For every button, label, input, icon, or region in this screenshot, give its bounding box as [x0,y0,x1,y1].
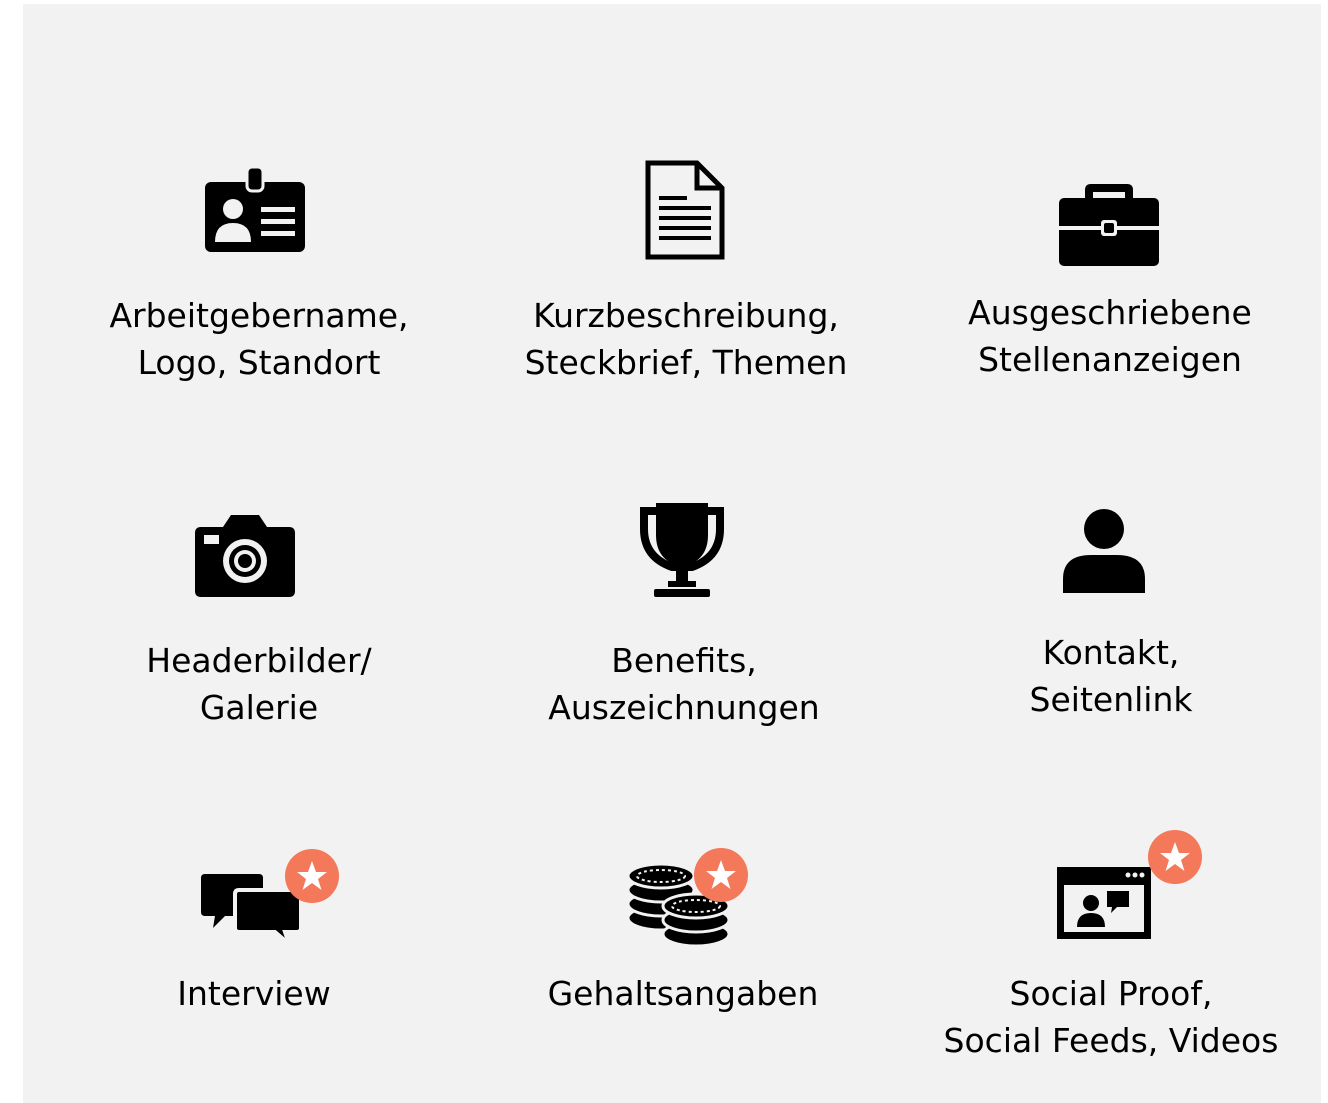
feature-label: Ausgeschriebene Stellenanzeigen [968,293,1252,379]
premium-star-badge-icon [694,848,748,902]
trophy-icon [640,503,724,597]
feature-label: Kontakt, Seitenlink [1029,633,1193,719]
person-icon [1063,509,1145,593]
feature-label: Kurzbeschreibung, Steckbrief, Themen [524,296,848,382]
feature-label: Social Proof, Social Feeds, Videos [943,974,1279,1060]
document-icon [645,160,725,260]
video-call-window-icon [1057,867,1151,939]
feature-label: Interview [177,974,331,1013]
feature-label: Gehaltsangaben [547,974,819,1013]
feature-label: Arbeitgebername, Logo, Standort [109,296,409,382]
briefcase-icon [1059,184,1159,266]
premium-star-badge-icon [1148,830,1202,884]
camera-icon [195,515,295,597]
feature-label: Benefits, Auszeichnungen [548,641,820,727]
id-badge-icon [205,167,305,252]
premium-star-badge-icon [285,849,339,903]
feature-label: Headerbilder/ Galerie [146,641,372,727]
